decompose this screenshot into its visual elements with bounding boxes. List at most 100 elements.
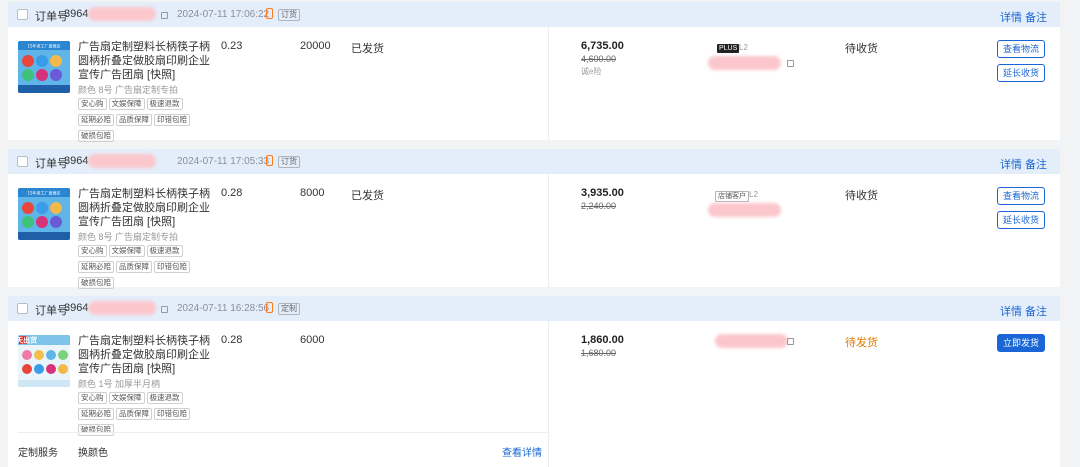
copy-icon[interactable] [787,60,794,67]
detail-link[interactable]: 详情 [1000,303,1022,319]
quantity: 6000 [300,334,325,346]
service-tag: 文娱保障 [108,98,145,110]
order-time: 2024-07-11 17:06:22 [177,9,270,20]
redacted-buyer-name [708,56,781,70]
quantity: 20000 [300,40,331,52]
item-status: 已发货 [351,43,384,55]
product-spec: 颜色 1号 加厚半月柄 [78,379,161,389]
extend-receipt-button[interactable]: 延长收货 [997,211,1045,229]
remark-link[interactable]: 备注 [1025,303,1047,319]
order-status: 待发货 [845,337,878,349]
order-checkbox[interactable] [17,303,28,314]
mobile-order-icon [266,8,273,19]
remark-link[interactable]: 备注 [1025,9,1047,25]
service-tags: 安心购 文娱保障 极速退款延期必赔 品质保障 印错包赔破损包赔 [78,97,218,145]
redacted-order-number [88,301,156,315]
product-thumbnail[interactable]: 8 天出货 [18,335,70,387]
mobile-order-icon [266,155,273,166]
view-logistics-button[interactable]: 查看物流 [997,40,1045,58]
order-status: 待收货 [845,190,878,202]
divider [18,432,548,433]
order-header: 订单号 3964 2024-07-11 16:28:56 定制 详情 备注 [8,296,1060,321]
product-thumbnail[interactable]: 15年老工厂直营店 [18,41,70,93]
item-status: 已发货 [351,190,384,202]
order-number: 3964 [64,155,89,167]
service-tag: 安心购 [78,392,107,404]
mobile-order-icon [266,302,273,313]
copy-icon[interactable] [161,12,168,19]
order-checkbox[interactable] [17,9,28,20]
detail-link[interactable]: 详情 [1000,156,1022,172]
service-tag: 印错包赔 [154,408,190,420]
quantity: 8000 [300,187,325,199]
original-price: 1,680.00 [581,348,617,358]
product-thumbnail[interactable]: 15年老工厂直营店 [18,188,70,240]
order-checkbox[interactable] [17,156,28,167]
order-type-tag: 订货 [278,9,300,21]
service-tag: 延期必赔 [78,408,114,420]
remark-link[interactable]: 备注 [1025,156,1047,172]
product-title[interactable]: 广告扇定制塑料长柄筷子柄圆柄折叠定做胶扇印刷企业宣传广告团扇 [快照] [78,187,218,229]
view-details-link[interactable]: 查看详情 [502,444,542,459]
service-tag: 破损包赔 [78,277,114,289]
extend-receipt-button[interactable]: 延长收货 [997,64,1045,82]
order-header: 订单号 3964 2024-07-11 17:05:33 订货 详情 备注 [8,149,1060,174]
order-type-tag: 定制 [278,303,300,315]
redacted-buyer-name [715,334,788,348]
unit-price: 0.23 [221,40,243,52]
product-spec: 颜色 8号 广告扇定制专拍 [78,85,179,95]
service-tag: 极速退款 [146,98,183,110]
redacted-buyer-name [708,203,781,217]
order-total: 1,860.00 [581,334,624,346]
thumb-badge-text: 8 天出货 [18,336,37,345]
shop-customer-badge: 店铺客户 [715,191,749,202]
service-tag: 品质保障 [116,114,152,126]
service-tag: 安心购 [78,98,107,110]
order-card: 订单号 3964 2024-07-11 17:06:22 订货 详情 备注 15… [8,2,1060,142]
view-logistics-button[interactable]: 查看物流 [997,187,1045,205]
service-tag: 安心购 [78,245,107,257]
copy-icon[interactable] [161,306,168,313]
order-card: 订单号 3964 2024-07-11 17:05:33 订货 详情 备注 15… [8,149,1060,289]
order-header: 订单号 3964 2024-07-11 17:06:22 订货 详情 备注 [8,2,1060,27]
service-tag: 文娱保障 [108,392,145,404]
custom-service-label: 定制服务 [18,448,58,459]
service-tags: 安心购 文娱保障 极速退款延期必赔 品质保障 印错包赔破损包赔 [78,244,218,292]
order-number: 3964 [64,302,89,314]
service-tag: 品质保障 [116,261,152,273]
insurance-note: 诚e险 [581,67,602,76]
ship-now-button[interactable]: 立即发货 [997,334,1045,352]
copy-icon[interactable] [787,338,794,345]
detail-link[interactable]: 详情 [1000,9,1022,25]
service-tag: 印错包赔 [154,261,190,273]
service-tag: 极速退款 [146,392,183,404]
service-tag: 文娱保障 [108,245,145,257]
order-type-tag: 订货 [278,156,300,168]
product-title[interactable]: 广告扇定制塑料长柄筷子柄圆柄折叠定做胶扇印刷企业宣传广告团扇 [快照] [78,334,218,376]
service-tag: 印错包赔 [154,114,190,126]
order-number: 3964 [64,8,89,20]
order-status: 待收货 [845,43,878,55]
redacted-order-number [88,7,156,21]
thumb-banner-text: 15年老工厂直营店 [27,190,60,196]
service-tag: 延期必赔 [78,114,114,126]
service-tag: 破损包赔 [78,130,114,142]
order-total: 3,935.00 [581,187,624,199]
thumb-banner-text: 15年老工厂直营店 [27,43,60,49]
unit-price: 0.28 [221,187,243,199]
unit-price: 0.28 [221,334,243,346]
service-tag: 品质保障 [116,408,152,420]
plus-badge: PLUS [717,44,740,53]
order-time: 2024-07-11 17:05:33 [177,156,270,167]
product-title[interactable]: 广告扇定制塑料长柄筷子柄圆柄折叠定做胶扇印刷企业宣传广告团扇 [快照] [78,40,218,82]
custom-service-value: 换颜色 [78,448,108,459]
service-tag: 延期必赔 [78,261,114,273]
buyer-level: L2 [749,190,758,199]
original-price: 2,240.00 [581,201,617,211]
service-tag: 极速退款 [146,245,183,257]
product-spec: 颜色 8号 广告扇定制专拍 [78,232,179,242]
buyer-level: L2 [739,43,748,52]
original-price: 4,600.00 [581,54,617,64]
order-time: 2024-07-11 16:28:56 [177,303,270,314]
order-card: 订单号 3964 2024-07-11 16:28:56 定制 详情 备注 8 … [8,296,1060,467]
